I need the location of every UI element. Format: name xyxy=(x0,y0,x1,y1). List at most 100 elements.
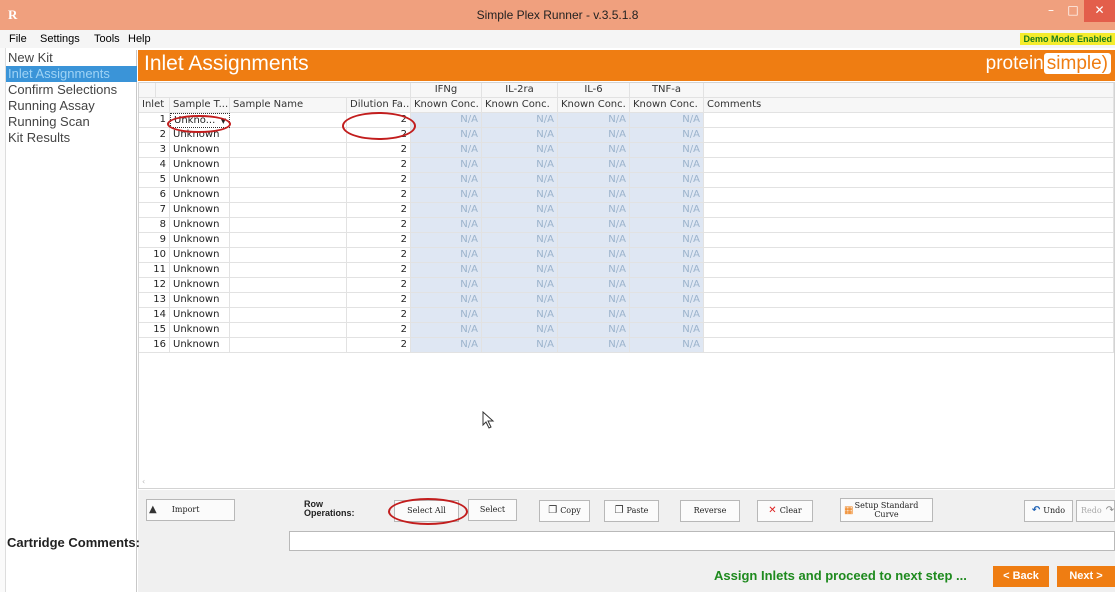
known-conc-il2ra-cell[interactable]: N/A xyxy=(482,218,558,233)
known-conc-ifng-cell[interactable]: N/A xyxy=(411,263,482,278)
known-conc-tnfa-cell[interactable]: N/A xyxy=(630,203,704,218)
known-conc-il2ra-cell[interactable]: N/A xyxy=(482,293,558,308)
inlet-cell[interactable]: 10 xyxy=(139,248,170,263)
horizontal-scrollbar[interactable]: ‹ xyxy=(138,477,1115,487)
comments-cell[interactable] xyxy=(704,248,1114,263)
sample-name-cell[interactable] xyxy=(230,203,347,218)
comments-cell[interactable] xyxy=(704,173,1114,188)
known-conc-ifng-cell[interactable]: N/A xyxy=(411,218,482,233)
sidebar-item-running-scan[interactable]: Running Scan xyxy=(6,114,137,130)
column-header-inlet[interactable]: Inlet xyxy=(139,98,170,113)
known-conc-tnfa-cell[interactable]: N/A xyxy=(630,113,704,128)
inlet-cell[interactable]: 1 xyxy=(139,113,170,128)
known-conc-ifng-cell[interactable]: N/A xyxy=(411,188,482,203)
known-conc-il2ra-cell[interactable]: N/A xyxy=(482,113,558,128)
known-conc-tnfa-cell[interactable]: N/A xyxy=(630,128,704,143)
table-row[interactable]: 13 Unknown 2 N/A N/A N/A N/A xyxy=(139,293,1114,308)
column-header-dilution-factor[interactable]: Dilution Fa... xyxy=(347,98,411,113)
known-conc-ifng-cell[interactable]: N/A xyxy=(411,113,482,128)
paste-button[interactable]: ❐ Paste xyxy=(604,500,659,522)
known-conc-il2ra-cell[interactable]: N/A xyxy=(482,203,558,218)
comments-cell[interactable] xyxy=(704,293,1114,308)
inlet-cell[interactable]: 8 xyxy=(139,218,170,233)
dilution-factor-cell[interactable]: 2 xyxy=(347,323,411,338)
dilution-factor-cell[interactable]: 2 xyxy=(347,248,411,263)
inlet-cell[interactable]: 2 xyxy=(139,128,170,143)
sample-name-cell[interactable] xyxy=(230,293,347,308)
known-conc-ifng-cell[interactable]: N/A xyxy=(411,323,482,338)
table-row[interactable]: 16 Unknown 2 N/A N/A N/A N/A xyxy=(139,338,1114,353)
comments-cell[interactable] xyxy=(704,143,1114,158)
comments-cell[interactable] xyxy=(704,308,1114,323)
menu-settings[interactable]: Settings xyxy=(40,33,80,45)
known-conc-ifng-cell[interactable]: N/A xyxy=(411,128,482,143)
sample-type-cell[interactable]: Unknown xyxy=(170,248,230,263)
dilution-factor-cell[interactable]: 2 xyxy=(347,188,411,203)
sample-type-cell[interactable]: Unknown xyxy=(170,218,230,233)
known-conc-il6-cell[interactable]: N/A xyxy=(558,278,630,293)
sample-name-cell[interactable] xyxy=(230,278,347,293)
known-conc-tnfa-cell[interactable]: N/A xyxy=(630,218,704,233)
known-conc-tnfa-cell[interactable]: N/A xyxy=(630,188,704,203)
known-conc-ifng-cell[interactable]: N/A xyxy=(411,143,482,158)
table-row[interactable]: 14 Unknown 2 N/A N/A N/A N/A xyxy=(139,308,1114,323)
known-conc-ifng-cell[interactable]: N/A xyxy=(411,308,482,323)
comments-cell[interactable] xyxy=(704,338,1114,353)
known-conc-il2ra-cell[interactable]: N/A xyxy=(482,173,558,188)
sidebar-item-kit-results[interactable]: Kit Results xyxy=(6,130,137,146)
table-row[interactable]: 6 Unknown 2 N/A N/A N/A N/A xyxy=(139,188,1114,203)
sample-type-cell[interactable]: Unknown xyxy=(170,263,230,278)
known-conc-tnfa-cell[interactable]: N/A xyxy=(630,308,704,323)
sample-name-cell[interactable] xyxy=(230,113,347,128)
comments-cell[interactable] xyxy=(704,188,1114,203)
known-conc-il6-cell[interactable]: N/A xyxy=(558,308,630,323)
dilution-factor-cell[interactable]: 2 xyxy=(347,173,411,188)
sample-type-cell[interactable]: Unknown xyxy=(170,188,230,203)
table-row[interactable]: 10 Unknown 2 N/A N/A N/A N/A xyxy=(139,248,1114,263)
redo-button[interactable]: Redo ↷ xyxy=(1076,500,1115,522)
dilution-factor-cell[interactable]: 2 xyxy=(347,158,411,173)
dilution-factor-cell[interactable]: 2 xyxy=(347,143,411,158)
comments-cell[interactable] xyxy=(704,278,1114,293)
known-conc-il6-cell[interactable]: N/A xyxy=(558,338,630,353)
inlet-cell[interactable]: 4 xyxy=(139,158,170,173)
dilution-factor-cell[interactable]: 2 xyxy=(347,233,411,248)
column-header-known-conc-il2ra[interactable]: Known Conc. xyxy=(482,98,558,113)
column-header-known-conc-ifng[interactable]: Known Conc. xyxy=(411,98,482,113)
dilution-factor-cell[interactable]: 2 xyxy=(347,203,411,218)
dilution-factor-cell[interactable]: 2 xyxy=(347,293,411,308)
column-header-comments[interactable]: Comments xyxy=(704,98,1114,113)
column-header-known-conc-il6[interactable]: Known Conc. xyxy=(558,98,630,113)
known-conc-il2ra-cell[interactable]: N/A xyxy=(482,308,558,323)
comments-cell[interactable] xyxy=(704,113,1114,128)
comments-cell[interactable] xyxy=(704,218,1114,233)
table-row[interactable]: 2 Unknown 2 N/A N/A N/A N/A xyxy=(139,128,1114,143)
known-conc-il6-cell[interactable]: N/A xyxy=(558,293,630,308)
dilution-factor-cell[interactable]: 2 xyxy=(347,278,411,293)
comments-cell[interactable] xyxy=(704,233,1114,248)
sample-name-cell[interactable] xyxy=(230,248,347,263)
table-row[interactable]: 11 Unknown 2 N/A N/A N/A N/A xyxy=(139,263,1114,278)
table-row[interactable]: 7 Unknown 2 N/A N/A N/A N/A xyxy=(139,203,1114,218)
inlet-cell[interactable]: 3 xyxy=(139,143,170,158)
comments-cell[interactable] xyxy=(704,158,1114,173)
inlet-cell[interactable]: 14 xyxy=(139,308,170,323)
known-conc-il6-cell[interactable]: N/A xyxy=(558,203,630,218)
known-conc-il6-cell[interactable]: N/A xyxy=(558,173,630,188)
sample-name-cell[interactable] xyxy=(230,173,347,188)
inlet-cell[interactable]: 15 xyxy=(139,323,170,338)
menu-help[interactable]: Help xyxy=(128,33,151,45)
column-header-known-conc-tnfa[interactable]: Known Conc. xyxy=(630,98,704,113)
known-conc-il2ra-cell[interactable]: N/A xyxy=(482,143,558,158)
dilution-factor-cell[interactable]: 2 xyxy=(347,218,411,233)
reverse-button[interactable]: Reverse xyxy=(680,500,740,522)
column-header-sample-name[interactable]: Sample Name xyxy=(230,98,347,113)
known-conc-il2ra-cell[interactable]: N/A xyxy=(482,233,558,248)
sample-name-cell[interactable] xyxy=(230,263,347,278)
table-row[interactable]: 1 Unkno... ▼ 2 N/A N/A N/A N/A xyxy=(139,113,1114,128)
inlet-cell[interactable]: 12 xyxy=(139,278,170,293)
sample-type-cell[interactable]: Unknown xyxy=(170,173,230,188)
table-row[interactable]: 15 Unknown 2 N/A N/A N/A N/A xyxy=(139,323,1114,338)
sample-name-cell[interactable] xyxy=(230,338,347,353)
setup-standard-curve-button[interactable]: ▦ Setup Standard Curve xyxy=(840,498,933,522)
